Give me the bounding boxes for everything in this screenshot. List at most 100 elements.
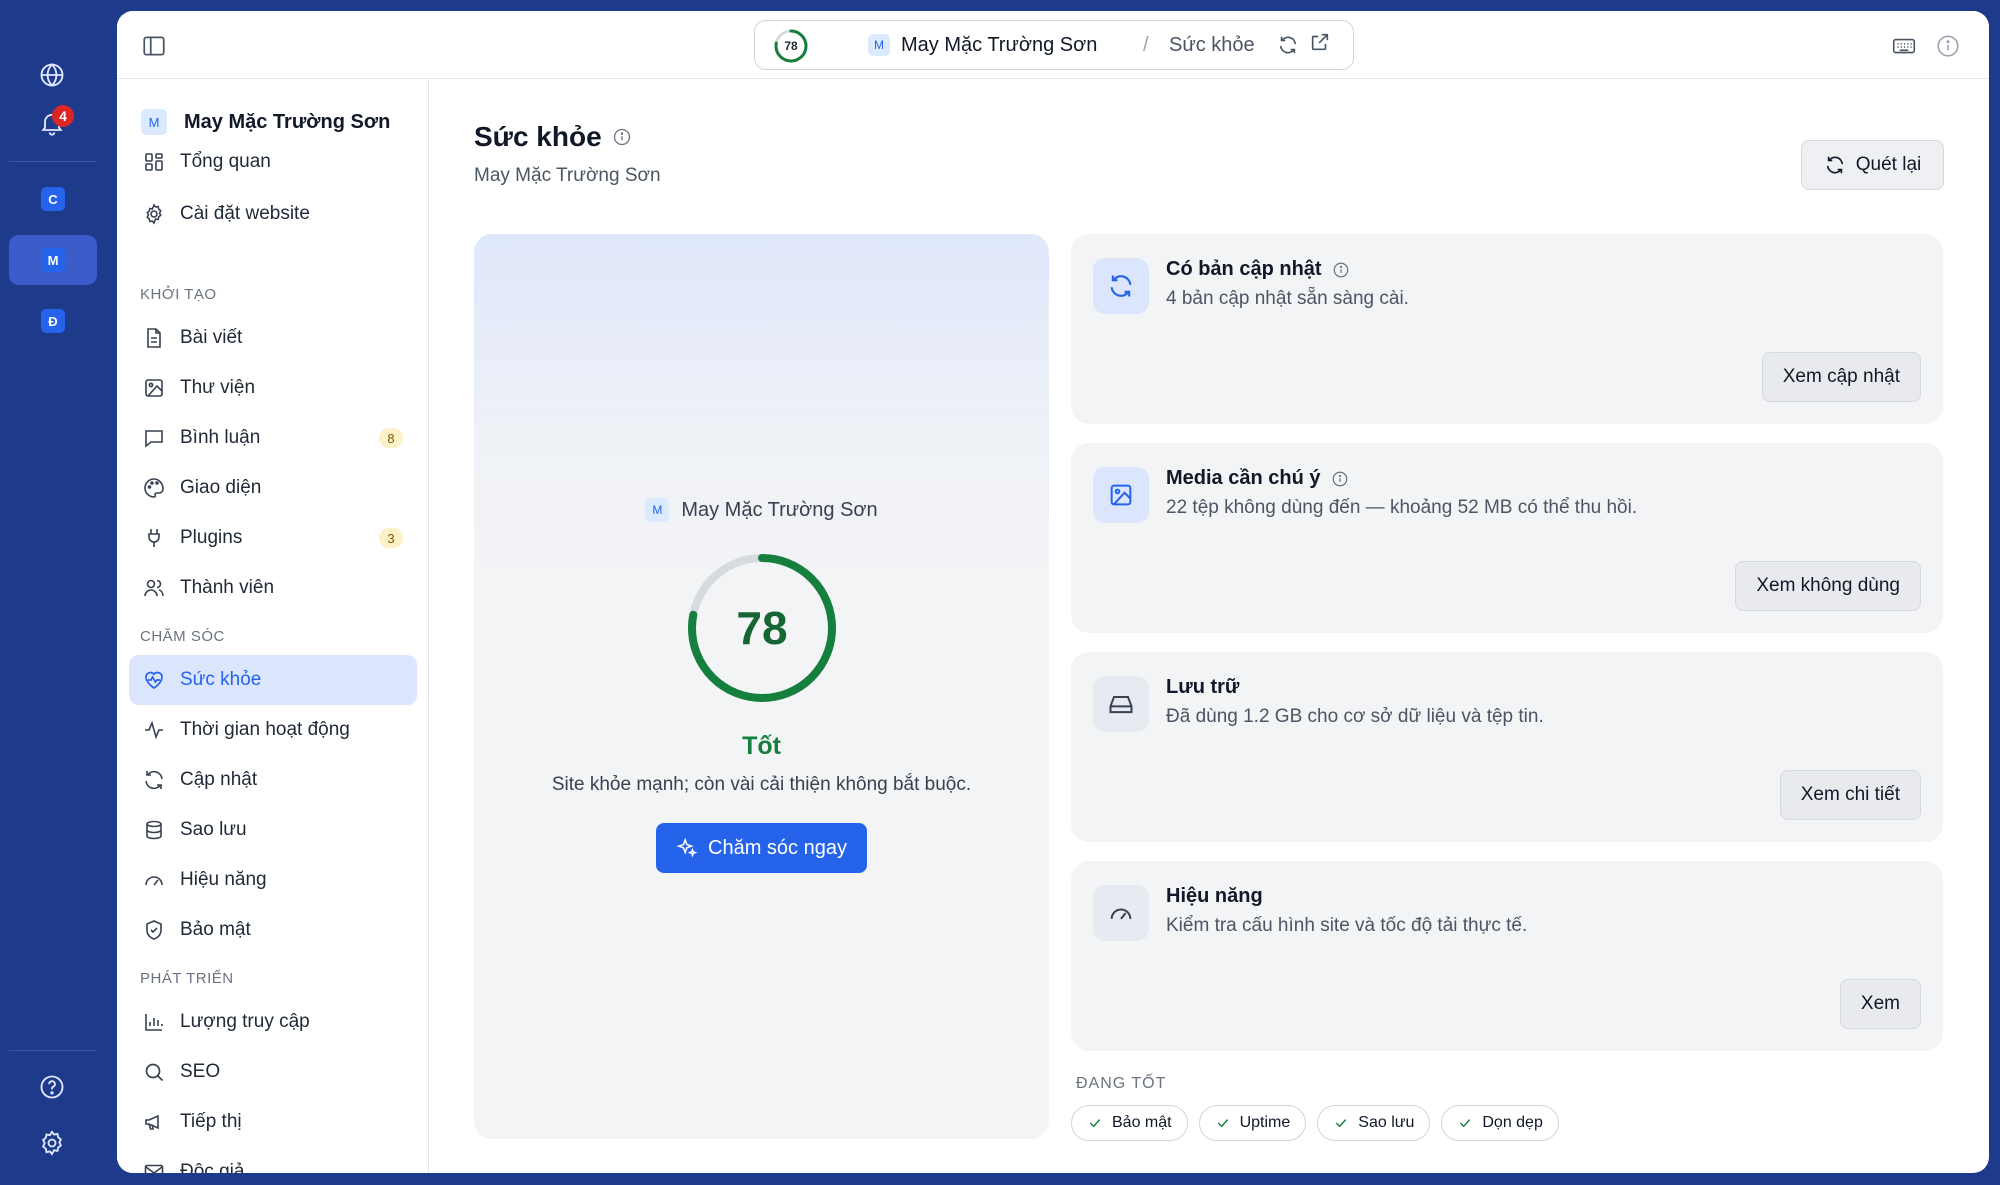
good-chips: Bảo mật Uptime Sao lưu Dọn dẹp (1071, 1105, 1559, 1141)
sparkle-icon (676, 837, 698, 858)
sidebar-item-updates[interactable]: Cập nhật (129, 755, 417, 805)
sidebar-item-plugins[interactable]: Plugins 3 (129, 513, 417, 563)
notifications-button[interactable]: 4 (32, 103, 74, 143)
globe-icon[interactable] (32, 55, 72, 95)
sidebar-item-label: Cập nhật (180, 769, 258, 790)
good-chip-security[interactable]: Bảo mật (1071, 1105, 1188, 1141)
info-icon[interactable] (612, 127, 632, 147)
card-media: Media cần chú ý 22 tệp không dùng đến — … (1071, 443, 1943, 633)
sidebar-item-marketing[interactable]: Tiếp thị (129, 1097, 417, 1147)
good-chip-uptime[interactable]: Uptime (1198, 1105, 1307, 1141)
gauge-icon (145, 876, 163, 886)
good-chip-backup[interactable]: Sao lưu (1317, 1105, 1431, 1141)
sidebar-item-posts[interactable]: Bài viết (129, 313, 417, 363)
gauge-icon (1110, 908, 1132, 920)
sidebar-item-overview[interactable]: Tổng quan (129, 137, 417, 187)
sidebar-item-security[interactable]: Bảo mật (129, 905, 417, 955)
heart-pulse-icon (145, 671, 163, 690)
sidebar-item-traffic[interactable]: Lượng truy cập (129, 997, 417, 1047)
site-avatar: M (645, 498, 670, 522)
rail-site-c[interactable]: C (41, 187, 65, 211)
sidebar-item-label: Giao diện (180, 477, 262, 498)
image-icon (145, 379, 163, 397)
database-icon (146, 820, 162, 840)
check-icon (1460, 1119, 1471, 1128)
sidebar-site-header[interactable]: M May Mặc Trường Sơn (141, 109, 390, 135)
rail-site-d[interactable]: Đ (41, 309, 65, 333)
sidebar-item-library[interactable]: Thư viện (129, 363, 417, 413)
health-score-value: 78 (736, 602, 788, 654)
external-link-icon[interactable] (1309, 31, 1331, 53)
sidebar-item-label: Bài viết (180, 327, 243, 348)
check-icon (1089, 1119, 1101, 1128)
sidebar-item-appearance[interactable]: Giao diện (129, 463, 417, 513)
sidebar-item-readers[interactable]: Độc giả (129, 1147, 417, 1173)
address-bar[interactable]: 78 M May Mặc Trường Sơn / Sức khỏe (754, 20, 1354, 70)
card-title: Lưu trữ (1166, 676, 1239, 699)
rail-site-m[interactable]: M (41, 248, 65, 272)
view-details-button[interactable]: Xem chi tiết (1779, 770, 1921, 820)
refresh-icon[interactable] (1277, 34, 1299, 56)
sidebar-item-label: Sức khỏe (180, 669, 262, 690)
chip-label: Uptime (1239, 1114, 1291, 1131)
shield-check-icon (146, 920, 162, 940)
sidebar-item-performance[interactable]: Hiệu năng (129, 855, 417, 905)
info-icon[interactable] (1331, 470, 1349, 488)
site-avatar: M (141, 109, 167, 135)
sidebar-item-backup[interactable]: Sao lưu (129, 805, 417, 855)
care-now-button[interactable]: Chăm sóc ngay (656, 823, 867, 873)
sidebar-item-seo[interactable]: SEO (129, 1047, 417, 1097)
app-rail: 4 C M Đ (0, 0, 117, 1185)
rescan-button[interactable]: Quét lại (1801, 140, 1944, 190)
score-mini-value: 78 (784, 39, 798, 53)
health-status: Tốt (742, 732, 781, 760)
sidebar-item-uptime[interactable]: Thời gian hoạt động (129, 705, 417, 755)
comment-icon (145, 430, 163, 448)
card-icon (1093, 258, 1149, 314)
card-description: Đã dùng 1.2 GB cho cơ sở dữ liệu và tệp … (1166, 706, 1544, 727)
sidebar: M May Mặc Trường Sơn Tổng quan Cài đặt w… (117, 79, 429, 1173)
care-now-label: Chăm sóc ngay (708, 836, 847, 859)
sidebar-item-website-settings[interactable]: Cài đặt website (129, 189, 417, 239)
refresh-icon (1110, 275, 1132, 297)
keyboard-icon[interactable] (1891, 33, 1917, 59)
sidebar-item-label: Lượng truy cập (180, 1011, 310, 1032)
view-unused-button[interactable]: Xem không dùng (1735, 561, 1921, 611)
bar-chart-icon (145, 1014, 163, 1031)
sidebar-item-health[interactable]: Sức khỏe (129, 655, 417, 705)
view-updates-button[interactable]: Xem cập nhật (1761, 352, 1921, 402)
sidebar-site-name: May Mặc Trường Sơn (184, 110, 391, 133)
refresh-icon (1826, 156, 1843, 174)
sidebar-toggle-icon[interactable] (141, 33, 167, 59)
info-icon[interactable] (1332, 261, 1350, 279)
breadcrumb-page: Sức khỏe (1169, 34, 1255, 56)
users-icon (144, 579, 164, 597)
app-window: 78 M May Mặc Trường Sơn / Sức khỏe M May… (117, 11, 1989, 1173)
card-title: Có bản cập nhật (1166, 258, 1350, 281)
plugins-count-badge: 3 (379, 528, 403, 548)
help-icon[interactable] (32, 1067, 72, 1107)
breadcrumb-site[interactable]: May Mặc Trường Sơn (901, 34, 1097, 57)
check-icon (1217, 1119, 1228, 1128)
card-icon (1093, 467, 1149, 523)
view-performance-button[interactable]: Xem (1839, 979, 1921, 1029)
sidebar-item-comments[interactable]: Bình luận 8 (129, 413, 417, 463)
rescan-label: Quét lại (1855, 154, 1922, 175)
sidebar-item-label: Thời gian hoạt động (180, 719, 350, 740)
sidebar-item-members[interactable]: Thành viên (129, 563, 417, 613)
good-chip-cleanup[interactable]: Dọn dẹp (1441, 1105, 1559, 1141)
page-title-text: Sức khỏe (474, 121, 602, 152)
card-title: Media cần chú ý (1166, 467, 1349, 490)
card-title: Hiệu năng (1166, 885, 1263, 908)
health-description: Site khỏe mạnh; còn vài cải thiện không … (551, 774, 972, 795)
settings-gear-icon[interactable] (32, 1123, 72, 1163)
info-icon[interactable] (1935, 33, 1961, 59)
sidebar-group-care: CHĂM SÓC (140, 628, 225, 645)
page-title: Sức khỏe (474, 121, 632, 153)
megaphone-icon (145, 1114, 159, 1130)
sidebar-item-label: SEO (180, 1061, 221, 1082)
sidebar-item-label: Độc giả (180, 1161, 245, 1173)
sidebar-item-label: Tiếp thị (180, 1111, 242, 1132)
good-section-label: ĐANG TỐT (1076, 1075, 1167, 1092)
top-bar: 78 M May Mặc Trường Sơn / Sức khỏe (117, 11, 1989, 79)
